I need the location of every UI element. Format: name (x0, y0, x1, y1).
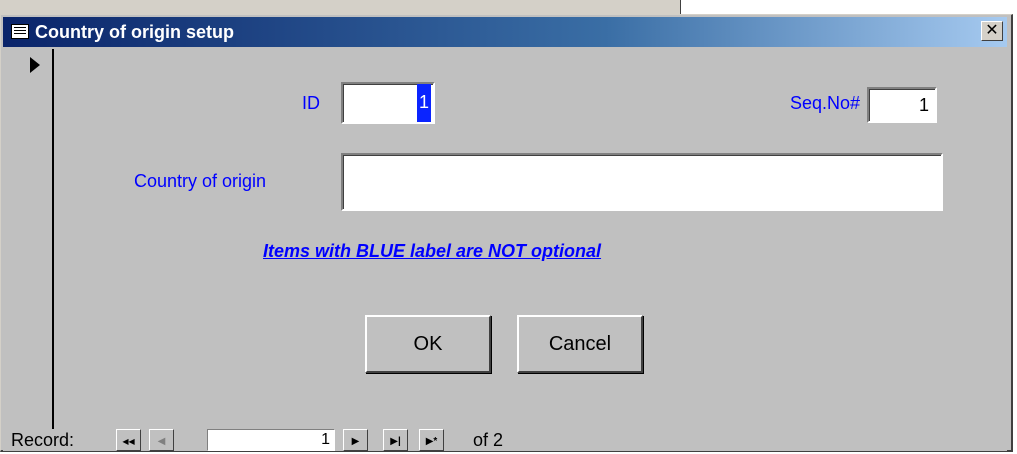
next-record-icon: ▶ (351, 436, 360, 447)
record-total: 2 (493, 430, 504, 450)
record-of-text: of (473, 430, 489, 450)
country-origin-dialog: Country of origin setup ✕ ID 1 Seq.No# 1… (0, 14, 1013, 452)
close-icon: ✕ (985, 22, 999, 39)
first-record-icon: ◀◀ (122, 437, 135, 446)
ok-button[interactable]: OK (365, 315, 491, 373)
required-notice: Items with BLUE label are NOT optional (263, 241, 602, 261)
record-label: Record: (11, 430, 75, 450)
record-count: of 2 (473, 430, 503, 451)
next-record-button[interactable]: ▶ (343, 429, 368, 451)
background-window-right (680, 0, 1017, 14)
last-record-button[interactable]: ▶| (383, 429, 408, 451)
record-number-input[interactable]: 1 (207, 429, 335, 451)
record-navigation-bar: Record: ◀◀ ◀ 1 ▶ ▶| ▶* of 2 (3, 429, 1007, 451)
current-record-arrow-icon (30, 57, 40, 73)
window-title: Country of origin setup (35, 22, 234, 42)
id-value: 1 (416, 84, 431, 122)
country-label: Country of origin (134, 171, 267, 191)
id-field[interactable]: 1 (341, 82, 435, 124)
seq-value: 1 (918, 95, 929, 115)
new-record-button[interactable]: ▶* (419, 429, 444, 451)
last-record-icon: ▶| (390, 436, 401, 447)
record-selector[interactable] (3, 49, 53, 429)
previous-record-button[interactable]: ◀ (149, 429, 174, 451)
id-label: ID (302, 93, 320, 113)
form-icon (11, 24, 29, 39)
record-selector-divider (52, 49, 54, 429)
first-record-button[interactable]: ◀◀ (116, 429, 141, 451)
seq-label: Seq.No# (790, 93, 861, 113)
country-field[interactable] (341, 153, 943, 211)
previous-record-icon: ◀ (157, 436, 166, 447)
seq-field[interactable]: 1 (867, 87, 937, 123)
close-button[interactable]: ✕ (981, 21, 1003, 41)
new-record-icon: ▶* (425, 436, 438, 447)
cancel-button[interactable]: Cancel (517, 315, 643, 373)
title-bar[interactable]: Country of origin setup ✕ (3, 17, 1007, 47)
